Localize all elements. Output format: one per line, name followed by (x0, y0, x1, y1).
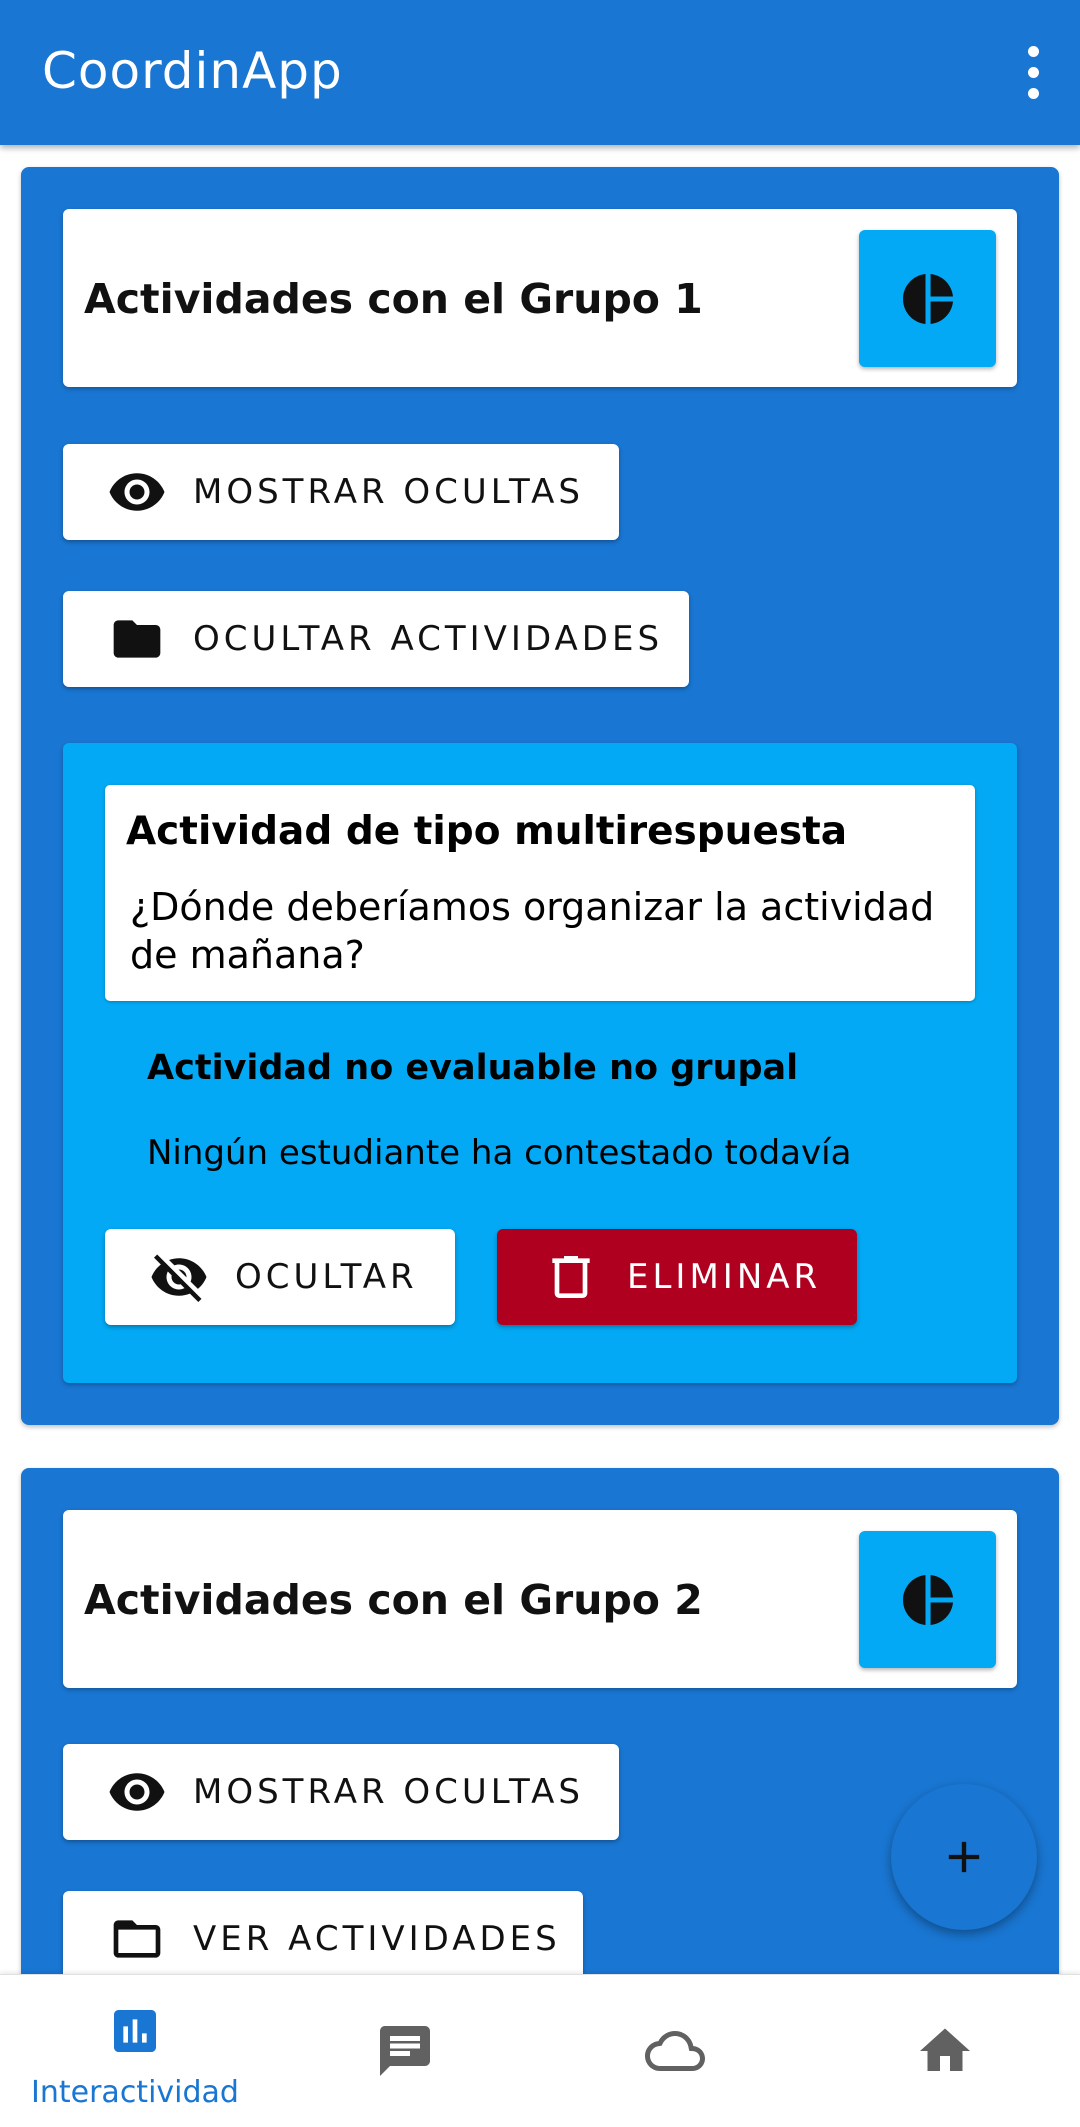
delete-activity-button[interactable]: ELIMINAR (497, 1229, 857, 1325)
show-hidden-button[interactable]: MOSTRAR OCULTAS (63, 444, 619, 540)
more-vert-icon[interactable] (1022, 46, 1044, 100)
eye-icon (109, 473, 165, 511)
activity-card: Actividad de tipo multirespuesta ¿Dónde … (63, 743, 1017, 1383)
bottom-navigation: Interactividad (0, 1974, 1080, 2127)
chat-icon (380, 2026, 430, 2076)
app-bar: CoordinApp (0, 0, 1080, 145)
view-activities-label: VER ACTIVIDADES (193, 1919, 561, 1959)
nav-label: Interactividad (31, 2075, 239, 2110)
home-icon (920, 2028, 970, 2071)
group-title: Actividades con el Grupo 2 (84, 1576, 703, 1624)
pie-chart-icon (902, 1574, 953, 1625)
add-icon (948, 1841, 980, 1873)
delete-activity-label: ELIMINAR (627, 1257, 822, 1297)
group-header: Actividades con el Grupo 2 (63, 1510, 1017, 1688)
folder-open-icon (113, 1920, 161, 1958)
show-hidden-label: MOSTRAR OCULTAS (193, 472, 585, 512)
eye-icon (109, 1773, 165, 1811)
activity-status: Ningún estudiante ha contestado todavía (147, 1133, 852, 1173)
cloud-icon (645, 2031, 705, 2071)
show-hidden-label: MOSTRAR OCULTAS (193, 1772, 585, 1812)
hide-activities-label: OCULTAR ACTIVIDADES (193, 619, 664, 659)
bar-chart-icon (114, 2010, 156, 2052)
nav-item-chat[interactable] (270, 1975, 540, 2127)
eye-off-icon (151, 1254, 207, 1302)
hide-activity-label: OCULTAR (235, 1257, 418, 1297)
trash-icon (552, 1256, 590, 1298)
activity-question: ¿Dónde deberíamos organizar la actividad… (130, 885, 935, 977)
nav-item-interactividad[interactable]: Interactividad (0, 1975, 270, 2127)
activity-type: Actividad de tipo multirespuesta (126, 809, 848, 854)
activity-evaluation: Actividad no evaluable no grupal (147, 1048, 799, 1088)
statistics-button[interactable] (859, 230, 996, 367)
hide-activities-button[interactable]: OCULTAR ACTIVIDADES (63, 591, 689, 687)
group-header: Actividades con el Grupo 1 (63, 209, 1017, 387)
app-title: CoordinApp (42, 42, 343, 100)
nav-item-home[interactable] (810, 1975, 1080, 2127)
main-content[interactable]: Actividades con el Grupo 1 MOSTRAR OCULT… (0, 145, 1080, 1974)
folder-icon (113, 620, 161, 658)
statistics-button[interactable] (859, 1531, 996, 1668)
add-button[interactable] (891, 1784, 1037, 1930)
hide-activity-button[interactable]: OCULTAR (105, 1229, 455, 1325)
group-card-1: Actividades con el Grupo 1 MOSTRAR OCULT… (21, 167, 1059, 1425)
nav-item-cloud[interactable] (540, 1975, 810, 2127)
group-title: Actividades con el Grupo 1 (84, 275, 703, 323)
view-activities-button[interactable]: VER ACTIVIDADES (63, 1891, 583, 1974)
activity-question-card: Actividad de tipo multirespuesta ¿Dónde … (105, 785, 975, 1001)
pie-chart-icon (902, 273, 953, 324)
show-hidden-button[interactable]: MOSTRAR OCULTAS (63, 1744, 619, 1840)
